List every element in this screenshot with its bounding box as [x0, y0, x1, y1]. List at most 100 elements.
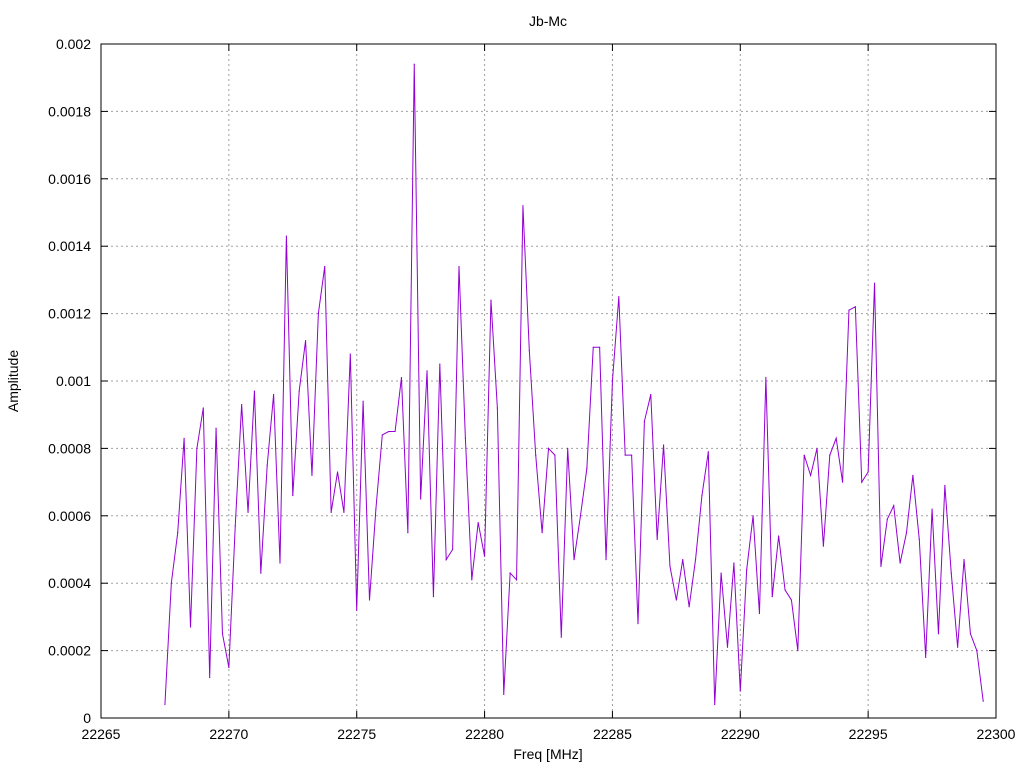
data-point: [285, 235, 287, 237]
y-tick-label: 0.0016: [48, 171, 91, 187]
data-point: [336, 471, 339, 473]
data-point: [816, 447, 818, 449]
x-tick-label: 22280: [465, 726, 504, 742]
data-point: [554, 454, 556, 456]
data-point: [381, 434, 383, 436]
data-point: [669, 565, 671, 567]
data-point: [829, 454, 831, 456]
data-point: [304, 339, 307, 342]
data-point: [452, 548, 454, 551]
x-tick-label: 22290: [721, 726, 760, 742]
data-point: [886, 518, 888, 520]
data-point: [368, 599, 371, 601]
data-point: [925, 656, 927, 658]
data-point: [426, 370, 428, 372]
data-point: [177, 532, 179, 534]
data-point: [579, 515, 582, 517]
data-point: [260, 572, 262, 574]
data-point: [957, 646, 959, 648]
data-point: [778, 535, 780, 537]
data-point: [202, 407, 204, 409]
data-point: [810, 474, 812, 476]
data-point: [624, 454, 626, 456]
data-point: [937, 633, 940, 635]
x-tick-label: 22285: [593, 726, 632, 742]
data-point: [631, 454, 633, 456]
data-point: [196, 447, 198, 449]
data-point: [739, 690, 741, 692]
data-point: [273, 393, 275, 396]
data-point: [541, 532, 543, 534]
y-tick-label: 0.0002: [48, 643, 91, 659]
data-point: [835, 437, 837, 439]
data-point: [189, 626, 192, 628]
data-point: [861, 481, 863, 483]
data-point: [599, 346, 601, 348]
data-point: [528, 350, 530, 352]
data-point: [388, 430, 390, 433]
y-tick-label: 0.0008: [48, 440, 91, 456]
data-point: [976, 650, 978, 652]
data-point: [758, 612, 761, 615]
y-tick-label: 0.002: [56, 36, 91, 52]
data-point: [445, 559, 447, 561]
data-point: [573, 559, 575, 561]
data-point: [567, 447, 569, 449]
data-point: [765, 377, 767, 379]
data-point: [963, 559, 965, 561]
data-point: [586, 468, 588, 470]
data-point: [509, 572, 511, 574]
data-point: [407, 532, 409, 534]
data-point: [394, 430, 396, 433]
data-point: [458, 265, 460, 268]
data-point: [637, 623, 639, 625]
data-point: [221, 633, 224, 635]
data-point: [215, 427, 217, 429]
data-point: [592, 346, 594, 348]
y-tick-label: 0.001: [56, 373, 91, 389]
data-point: [324, 265, 326, 268]
y-tick-label: 0.0014: [48, 238, 91, 254]
data-point: [714, 703, 716, 706]
y-tick-label: 0: [83, 710, 91, 726]
data-point: [918, 538, 920, 540]
data-point: [790, 599, 793, 601]
data-point: [356, 609, 358, 611]
data-point: [707, 451, 709, 453]
data-point: [905, 532, 908, 534]
data-point: [400, 377, 403, 379]
data-point: [432, 596, 435, 598]
data-point: [464, 437, 466, 439]
data-point: [496, 407, 498, 409]
y-tick-label: 0.0004: [48, 575, 91, 591]
data-point: [292, 494, 294, 497]
data-point: [694, 559, 697, 561]
data-point: [560, 636, 562, 638]
data-point: [752, 515, 754, 517]
data-point: [413, 63, 415, 65]
data-point: [848, 309, 850, 311]
data-point: [228, 666, 230, 669]
data-point: [253, 390, 256, 392]
data-point: [317, 313, 319, 315]
x-axis-label: Freq [MHz]: [513, 746, 582, 762]
chart-background: [0, 0, 1024, 768]
data-point: [234, 525, 236, 527]
x-tick-label: 22295: [849, 726, 888, 742]
data-point: [266, 464, 268, 466]
data-point: [841, 481, 844, 483]
data-point: [720, 572, 722, 574]
data-point: [797, 650, 799, 652]
data-point: [822, 545, 824, 547]
data-point: [209, 676, 211, 679]
data-point: [477, 521, 479, 524]
data-point: [656, 538, 658, 540]
y-tick-label: 0.0006: [48, 508, 91, 524]
data-point: [241, 403, 243, 406]
data-point: [483, 555, 486, 557]
line-chart: 22265 22270 22275 22280 22285 22290 22295 22300…: [0, 0, 1024, 768]
x-tick-label: 22300: [977, 726, 1016, 742]
data-point: [726, 646, 729, 648]
data-point: [490, 299, 492, 301]
data-point: [247, 511, 249, 514]
